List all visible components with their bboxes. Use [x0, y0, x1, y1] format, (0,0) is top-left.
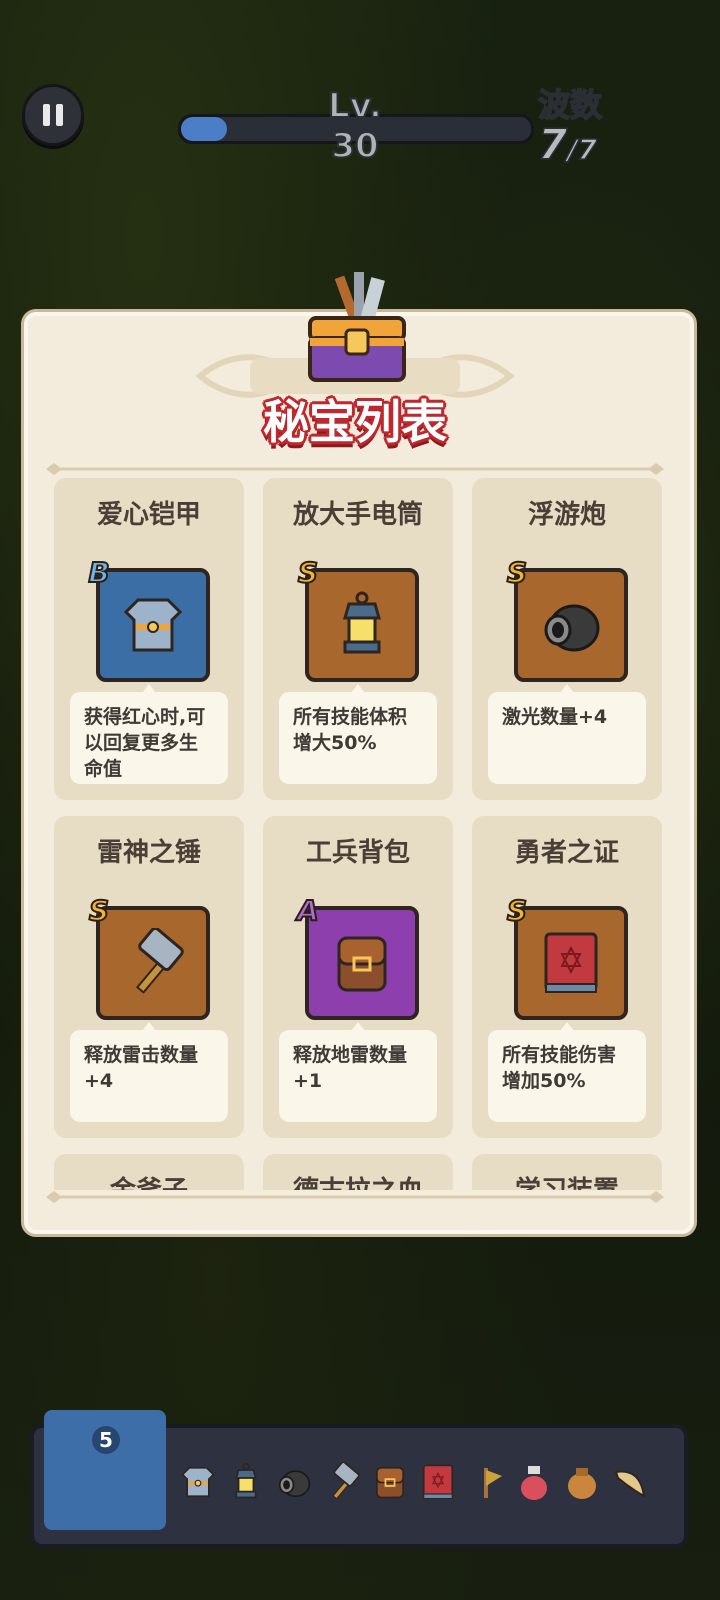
- treasure-name: 浮游炮: [527, 500, 606, 530]
- treasure-card[interactable]: 雷神之锤 S 释放雷击数量+4: [54, 816, 244, 1138]
- panel-title: 秘宝列表: [263, 395, 447, 449]
- treasure-description: 激光数量+4: [488, 692, 646, 784]
- level-label: Lv. 30: [327, 85, 383, 167]
- armor-icon[interactable]: [178, 1462, 218, 1502]
- divider-bottom: [46, 1191, 664, 1203]
- backpack-icon[interactable]: [370, 1462, 410, 1502]
- cannon-icon[interactable]: [274, 1462, 314, 1502]
- rarity-badge: S: [506, 893, 528, 928]
- treasure-card[interactable]: 学习装置: [472, 1154, 662, 1190]
- wave-current: 7: [537, 119, 568, 170]
- treasure-name: 雷神之锤: [96, 838, 201, 868]
- treasure-card[interactable]: 勇者之证 S 所有技能伤害增加50%: [472, 816, 662, 1138]
- treasure-name: 德古拉之血: [263, 1170, 453, 1190]
- treasure-description: 释放地雷数量+1: [279, 1030, 437, 1122]
- divider-top: [46, 463, 664, 475]
- treasure-grid[interactable]: 爱心铠甲 B 获得红心时,可以回复更多生命值 放大手电筒 S 所有技能体积增大50% 浮游炮…: [44, 478, 666, 1190]
- treasure-name: 勇者之证: [514, 838, 619, 868]
- rarity-badge: S: [88, 893, 110, 928]
- treasure-description: 释放雷击数量+4: [70, 1030, 228, 1122]
- hammer-icon[interactable]: [322, 1461, 362, 1502]
- pause-icon: [43, 104, 50, 126]
- treasure-description: 所有技能体积增大50%: [279, 692, 437, 784]
- horn-icon[interactable]: [610, 1462, 650, 1502]
- treasure-description: 所有技能伤害增加50%: [488, 1030, 646, 1122]
- xp-bar-fill: [181, 117, 227, 141]
- wave-total: /7: [566, 132, 597, 167]
- rarity-badge: A: [296, 893, 320, 928]
- treasure-name: 金斧子: [54, 1170, 244, 1190]
- rarity-badge: B: [87, 555, 110, 590]
- treasure-description: 获得红心时,可以回复更多生命值: [70, 692, 228, 784]
- treasure-name: 工兵背包: [305, 838, 410, 868]
- axe-icon[interactable]: [466, 1462, 506, 1502]
- treasure-card[interactable]: 浮游炮 S 激光数量+4: [472, 478, 662, 800]
- treasure-card[interactable]: 德古拉之血: [263, 1154, 453, 1190]
- treasure-card[interactable]: 工兵背包 A 释放地雷数量+1: [263, 816, 453, 1138]
- treasure-name: 爱心铠甲: [96, 500, 201, 530]
- rarity-badge: S: [297, 555, 319, 590]
- wave-counter: 7/7: [537, 119, 597, 170]
- bag-icon[interactable]: [562, 1462, 602, 1502]
- book-icon[interactable]: [418, 1462, 458, 1502]
- treasure-name: 学习装置: [472, 1170, 662, 1190]
- treasure-name: 放大手电筒: [292, 500, 423, 530]
- lantern-icon[interactable]: [226, 1462, 266, 1502]
- treasure-chest-icon: [308, 272, 406, 382]
- rarity-badge: S: [506, 555, 528, 590]
- pause-button[interactable]: [22, 84, 84, 146]
- potion-icon[interactable]: [514, 1462, 554, 1502]
- treasure-card[interactable]: 金斧子: [54, 1154, 244, 1190]
- pause-icon-bar: [56, 104, 63, 126]
- treasure-card[interactable]: 爱心铠甲 B 获得红心时,可以回复更多生命值: [54, 478, 244, 800]
- treasure-card[interactable]: 放大手电筒 S 所有技能体积增大50%: [263, 478, 453, 800]
- skill-book-count: 5: [92, 1426, 120, 1454]
